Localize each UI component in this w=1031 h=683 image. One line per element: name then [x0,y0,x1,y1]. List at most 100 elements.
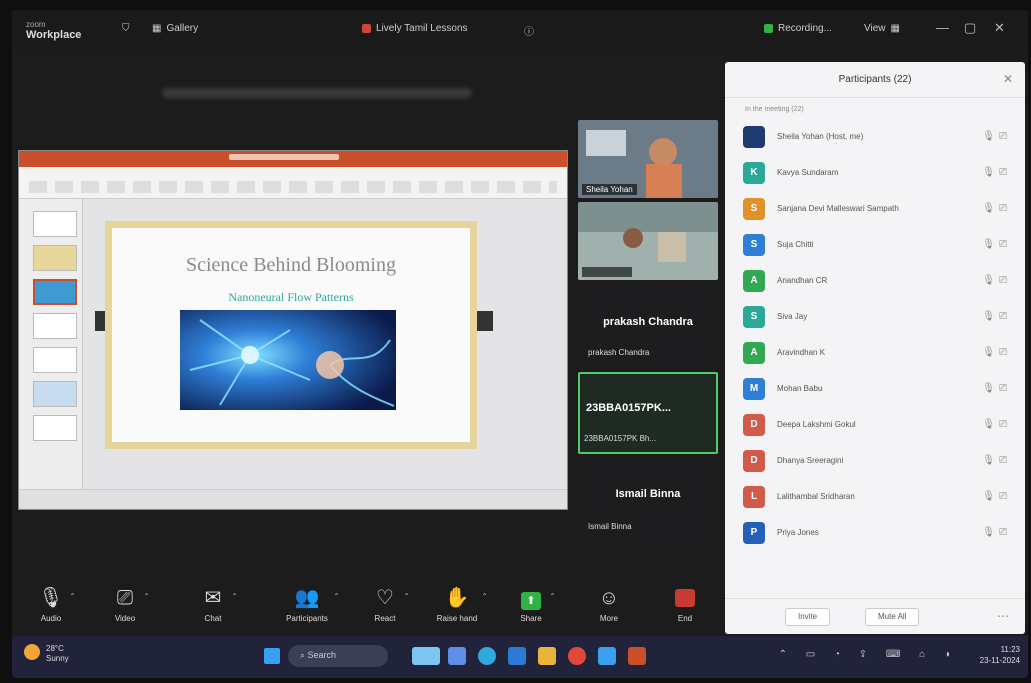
participant-status-icons[interactable]: 🎙⎚ [982,239,1011,250]
mic-muted-icon[interactable]: 🎙 [982,491,999,502]
video-off-icon[interactable]: ⎚ [999,311,1011,322]
app-widget-icon[interactable] [412,647,440,665]
store-icon[interactable] [598,647,616,665]
participant-row[interactable]: A Aravindhan K 🎙⎚ [743,340,1011,368]
end-button[interactable]: End [660,586,710,623]
mic-muted-icon[interactable]: 🎙 [982,527,999,538]
video-off-icon[interactable]: ⎚ [999,527,1011,538]
participant-status-icons[interactable]: 🎙⎚ [982,311,1011,322]
chevron-up-icon[interactable]: ⌃ [231,592,238,601]
close-icon[interactable]: ✕ [994,20,1005,36]
raise-hand-button[interactable]: ✋ Raise hand ⌃ [426,586,488,623]
participant-status-icons[interactable]: 🎙⎚ [982,527,1011,538]
chevron-up-icon[interactable]: ⌃ [69,592,76,601]
chevron-up-icon[interactable]: ⌃ [403,592,410,601]
participant-status-icons[interactable]: 🎙⎚ [982,455,1011,466]
active-speaker-tile[interactable]: 23BBA0157PK... 23BBA0157PK Bh... [578,372,718,454]
slide-thumb[interactable] [33,279,77,305]
weather-widget[interactable]: 28°C Sunny [24,644,69,664]
video-off-icon[interactable]: ⎚ [999,275,1011,286]
invite-button[interactable]: Invite [785,608,831,626]
chevron-up-icon[interactable]: ⌃ [481,592,488,601]
mute-all-button[interactable]: Mute All [865,608,920,626]
slide-thumb[interactable] [33,381,77,407]
mic-muted-icon[interactable]: 🎙 [982,239,999,250]
participant-row[interactable]: M Mohan Babu 🎙⎚ [743,376,1011,404]
mic-muted-icon[interactable]: 🎙 [982,275,999,286]
video-tile[interactable] [578,202,718,280]
participant-row[interactable]: P Priya Jones 🎙⎚ [743,520,1011,548]
info-icon[interactable]: ⓘ [524,23,534,38]
maximize-icon[interactable]: ▢ [964,20,976,36]
mic-muted-icon[interactable]: 🎙 [982,347,999,358]
mic-muted-icon[interactable]: 🎙 [982,455,999,466]
taskbar-clock[interactable]: 11:23 23-11-2024 [980,644,1020,666]
participant-row[interactable]: A Anandhan CR 🎙⎚ [743,268,1011,296]
mic-muted-icon[interactable]: 🎙 [982,167,999,178]
participant-row[interactable]: D Dhanya Sreeragini 🎙⎚ [743,448,1011,476]
slide-thumb[interactable] [33,245,77,271]
participant-status-icons[interactable]: 🎙⎚ [982,419,1011,430]
participant-status-icons[interactable]: 🎙⎚ [982,383,1011,394]
video-tile[interactable]: Ismail Binna Ismail Binna [578,460,718,550]
more-icon[interactable]: ⋯ [997,609,1009,623]
edge-icon[interactable] [478,647,496,665]
slide-thumb[interactable] [33,313,77,339]
system-tray[interactable]: ⌃ ▭ ◔ ⇪ ⌨ ⌂ ◑ [779,649,958,660]
video-off-icon[interactable]: ⎚ [999,131,1011,142]
participant-status-icons[interactable]: 🎙⎚ [982,347,1011,358]
zoom-app-icon[interactable] [508,647,526,665]
participant-row[interactable]: Sheila Yohan (Host, me) 🎙⎚ [743,124,1011,152]
video-off-icon[interactable]: ⎚ [999,347,1011,358]
participant-status-icons[interactable]: 🎙⎚ [982,131,1011,142]
taskbar-search[interactable]: ⌕ Search [288,645,388,667]
chrome-icon[interactable] [568,647,586,665]
mic-muted-icon[interactable]: 🎙 [982,131,999,142]
video-off-icon[interactable]: ⎚ [999,491,1011,502]
participant-row[interactable]: S Suja Chitti 🎙⎚ [743,232,1011,260]
participant-status-icons[interactable]: 🎙⎚ [982,491,1011,502]
view-selector[interactable]: ▦ Gallery [152,23,198,34]
video-off-icon[interactable]: ⎚ [999,383,1011,394]
participant-row[interactable]: S Sanjana Devi Malleswari Sampath 🎙⎚ [743,196,1011,224]
react-button[interactable]: ♡ React ⌃ [360,586,410,623]
video-tile[interactable]: Sheila Yohan [578,120,718,198]
minimize-icon[interactable]: — [936,20,949,35]
view-mode-button[interactable]: View ▦ [864,23,900,34]
chevron-up-icon[interactable]: ⌃ [549,592,556,601]
participant-status-icons[interactable]: 🎙⎚ [982,275,1011,286]
chat-button[interactable]: ✉ Chat ⌃ [188,586,238,623]
video-off-icon[interactable]: ⎚ [999,239,1011,250]
shield-icon[interactable]: ⛉ [122,23,130,34]
slide-thumb[interactable] [33,211,77,237]
video-tile[interactable]: prakash Chandra prakash Chandra [578,284,718,368]
more-button[interactable]: ☺ More [584,586,634,623]
participant-row[interactable]: D Deepa Lakshmi Gokul 🎙⎚ [743,412,1011,440]
chevron-up-icon[interactable]: ⌃ [143,592,150,601]
windows-start-icon[interactable] [264,648,280,664]
file-explorer-icon[interactable] [538,647,556,665]
screen-share-indicator[interactable]: Lively Tamil Lessons [362,23,468,34]
video-off-icon[interactable]: ⎚ [999,455,1011,466]
participant-row[interactable]: L Lalithambal Sridharan 🎙⎚ [743,484,1011,512]
participants-button[interactable]: 👥 Participants ⌃ [274,586,340,623]
video-off-icon[interactable]: ⎚ [999,419,1011,430]
participant-row[interactable]: K Kavya Sundaram 🎙⎚ [743,160,1011,188]
powerpoint-icon[interactable] [628,647,646,665]
close-panel-icon[interactable]: ✕ [1003,72,1013,86]
chevron-up-icon[interactable]: ⌃ [333,592,340,601]
task-view-icon[interactable] [448,647,466,665]
slide-thumb[interactable] [33,415,77,441]
audio-button[interactable]: 🎙 Audio ⌃ [26,586,76,623]
participant-row[interactable]: S Siva Jay 🎙⎚ [743,304,1011,332]
mic-muted-icon[interactable]: 🎙 [982,383,999,394]
participant-status-icons[interactable]: 🎙⎚ [982,203,1011,214]
mic-muted-icon[interactable]: 🎙 [982,419,999,430]
mic-muted-icon[interactable]: 🎙 [982,311,999,322]
recording-indicator[interactable]: Recording... [764,23,832,34]
video-button[interactable]: ⎚ Video ⌃ [100,586,150,623]
participant-status-icons[interactable]: 🎙⎚ [982,167,1011,178]
slide-thumb[interactable] [33,347,77,373]
video-off-icon[interactable]: ⎚ [999,167,1011,178]
video-off-icon[interactable]: ⎚ [999,203,1011,214]
